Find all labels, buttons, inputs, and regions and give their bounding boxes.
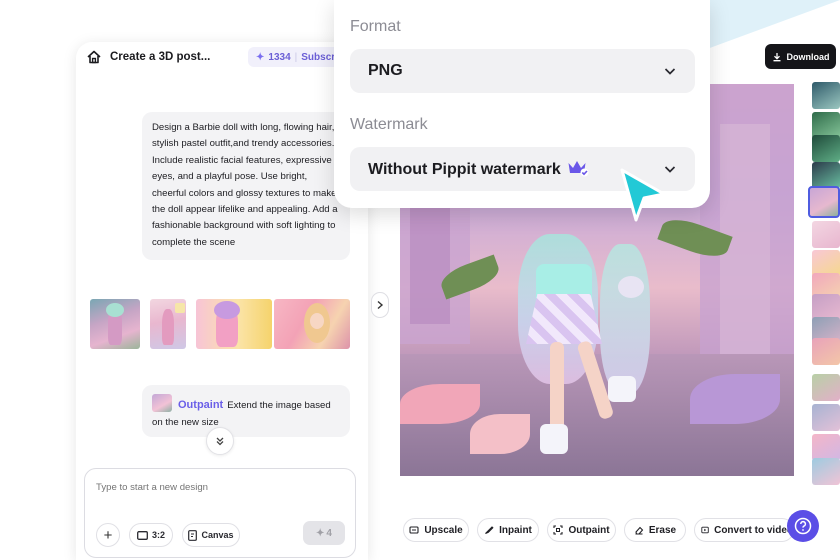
result-thumbnail[interactable] — [150, 299, 186, 349]
watermark-value: Without Pippit watermark — [368, 161, 561, 178]
canvas-icon — [188, 529, 198, 541]
generate-cost: 4 — [326, 527, 332, 539]
chevron-down-icon — [664, 68, 676, 75]
inpaint-label: Inpaint — [499, 524, 532, 536]
canvas-label: Canvas — [201, 530, 234, 540]
history-thumbnail[interactable] — [812, 162, 840, 189]
canvas-button[interactable]: Canvas — [182, 523, 240, 547]
prompt-input-box[interactable]: + 3:2 Canvas ✦ 4 — [84, 468, 356, 558]
format-select[interactable]: PNG — [350, 49, 695, 93]
history-strip — [808, 80, 840, 560]
outpaint-message: Outpaint Extend the image based on the ne… — [142, 385, 350, 437]
history-thumbnail[interactable] — [812, 221, 840, 248]
chevron-right-icon — [377, 300, 384, 310]
plus-icon: + — [103, 526, 113, 544]
outpaint-action-label: Outpaint — [568, 524, 610, 536]
result-thumbnail[interactable] — [196, 299, 272, 349]
erase-button[interactable]: Erase — [624, 518, 686, 542]
sparkle-icon: ✦ — [256, 51, 265, 63]
result-thumbnail[interactable] — [274, 299, 350, 349]
ratio-label: 3:2 — [151, 530, 165, 540]
brush-icon — [485, 526, 494, 535]
chat-title: Create a 3D post... — [110, 51, 211, 63]
history-thumbnail[interactable] — [812, 338, 840, 365]
collapse-panel-button[interactable] — [371, 292, 389, 318]
cursor-pointer-icon — [620, 168, 666, 222]
ratio-icon — [137, 530, 148, 540]
help-icon — [794, 517, 812, 535]
crown-icon — [568, 161, 589, 177]
upscale-button[interactable]: Upscale — [403, 518, 469, 542]
subscribe-link[interactable]: Subscr — [301, 52, 335, 63]
eraser-icon — [635, 526, 644, 535]
scroll-down-button[interactable] — [206, 427, 234, 455]
outpaint-button[interactable]: Outpaint — [547, 518, 616, 542]
format-value: PNG — [368, 62, 403, 79]
expand-icon — [553, 525, 563, 535]
prompt-message: Design a Barbie doll with long, flowing … — [142, 112, 350, 260]
upscale-label: Upscale — [424, 524, 463, 536]
download-label: Download — [786, 51, 830, 62]
history-thumbnail-selected[interactable] — [808, 186, 840, 218]
help-button[interactable] — [787, 510, 819, 542]
video-icon — [701, 526, 709, 534]
credits-count: 1334 — [268, 51, 291, 63]
chat-header: Create a 3D post... ✦ 1334 | Subscr — [76, 42, 368, 72]
history-thumbnail[interactable] — [812, 458, 840, 485]
history-thumbnail[interactable] — [812, 82, 840, 109]
chat-panel: Create a 3D post... ✦ 1334 | Subscr Desi… — [76, 42, 368, 560]
aspect-ratio-button[interactable]: 3:2 — [129, 523, 173, 547]
history-thumbnail[interactable] — [812, 135, 840, 162]
history-thumbnail[interactable] — [812, 404, 840, 431]
history-thumbnail[interactable] — [812, 374, 840, 401]
erase-label: Erase — [648, 524, 677, 536]
convert-label: Convert to video — [714, 524, 793, 536]
format-label: Format — [350, 18, 401, 35]
generate-button[interactable]: ✦ 4 — [303, 521, 345, 545]
download-button[interactable]: Download — [765, 44, 836, 69]
outpaint-label: Outpaint — [178, 399, 224, 411]
add-button[interactable]: + — [96, 523, 120, 547]
prompt-input[interactable] — [96, 482, 336, 493]
watermark-label: Watermark — [350, 116, 428, 133]
inpaint-button[interactable]: Inpaint — [477, 518, 539, 542]
divider: | — [294, 51, 298, 63]
outpaint-thumbnail — [152, 394, 172, 412]
upscale-icon — [409, 526, 419, 534]
app-stage: Create a 3D post... ✦ 1334 | Subscr Desi… — [0, 0, 840, 560]
double-chevron-down-icon — [216, 437, 224, 446]
result-thumbnail[interactable] — [90, 299, 140, 349]
result-thumbnails — [90, 299, 352, 349]
home-icon[interactable] — [86, 49, 102, 65]
watermark-value-wrap: Without Pippit watermark — [368, 159, 589, 179]
sparkle-icon: ✦ — [316, 527, 325, 539]
convert-to-video-button[interactable]: Convert to video — [694, 518, 794, 542]
download-icon — [773, 52, 780, 61]
history-thumbnail[interactable] — [812, 434, 840, 461]
